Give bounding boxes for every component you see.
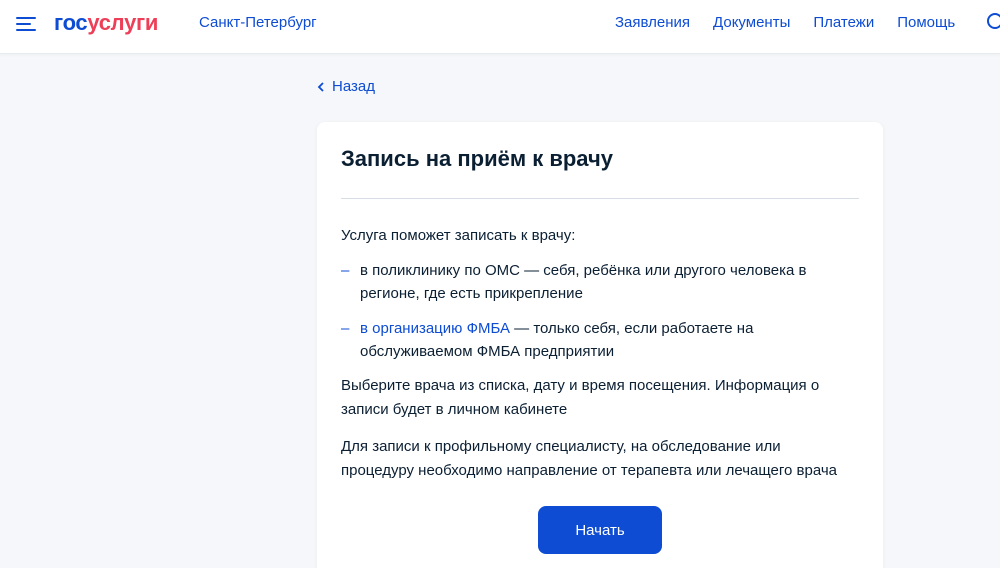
header: госуслуги Санкт-Петербург Заявления Доку… <box>0 0 1000 54</box>
back-link[interactable]: Назад <box>316 78 375 95</box>
start-button[interactable]: Начать <box>538 506 662 554</box>
page-title: Запись на приём к врачу <box>341 146 613 171</box>
options-list: – в поликлинику по ОМС — себя, ребёнка и… <box>341 259 841 375</box>
service-card: Запись на приём к врачу Услуга поможет з… <box>317 122 883 568</box>
info-paragraph: Выберите врача из списка, дату и время п… <box>341 377 820 418</box>
logo-uslugi: услуги <box>87 10 159 35</box>
nav-help[interactable]: Помощь <box>897 14 955 31</box>
list-item: – в поликлинику по ОМС — себя, ребёнка и… <box>341 262 807 302</box>
logo[interactable]: госуслуги <box>54 10 158 36</box>
region-selector[interactable]: Санкт-Петербург <box>199 14 317 31</box>
nav-applications[interactable]: Заявления <box>615 14 690 31</box>
search-icon[interactable] <box>986 12 1000 32</box>
nav-payments[interactable]: Платежи <box>813 14 874 31</box>
back-label: Назад <box>332 78 375 95</box>
logo-gos: гос <box>54 10 88 35</box>
top-nav: Заявления Документы Платежи Помощь <box>615 14 978 31</box>
referral-paragraph: Для записи к профильному специалисту, на… <box>341 438 838 479</box>
fmba-link[interactable]: в организацию ФМБА <box>360 320 510 337</box>
divider <box>341 198 859 199</box>
list-item-text: в поликлинику по ОМС — себя, ребёнка или… <box>360 262 807 302</box>
nav-documents[interactable]: Документы <box>713 14 790 31</box>
menu-icon[interactable] <box>16 15 38 33</box>
list-item: – в организацию ФМБА — только себя, если… <box>341 320 754 360</box>
chevron-left-icon <box>317 81 324 92</box>
intro-text: Услуга поможет записать к врачу: <box>341 227 576 244</box>
